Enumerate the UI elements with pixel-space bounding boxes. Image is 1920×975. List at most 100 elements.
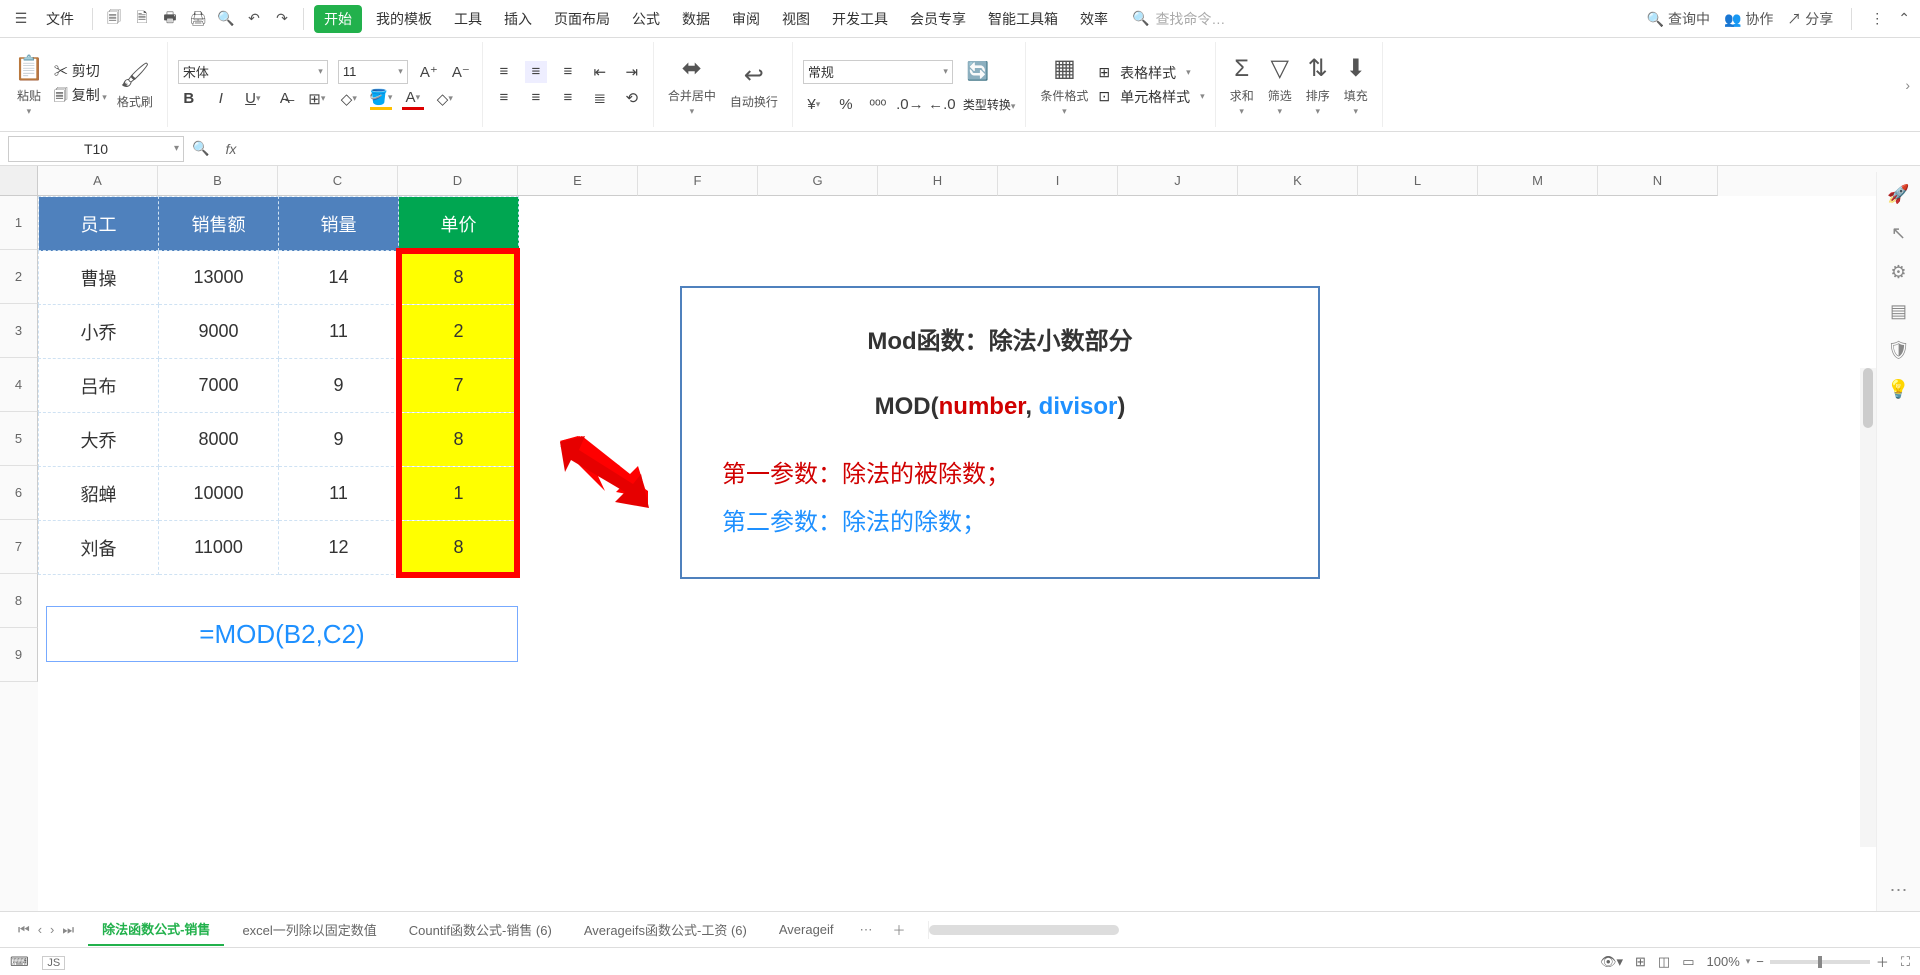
increase-font-icon[interactable]: A⁺: [418, 61, 440, 83]
row-3[interactable]: 3: [0, 304, 38, 358]
row-1[interactable]: 1: [0, 196, 38, 250]
align-bottom-icon[interactable]: ≡: [557, 61, 579, 83]
bold-button[interactable]: B: [178, 88, 200, 110]
table-row[interactable]: 大乔800098: [39, 413, 519, 467]
align-left-icon[interactable]: ≡: [493, 87, 515, 109]
zoom-in-icon[interactable]: ＋: [1876, 952, 1889, 971]
status-mode-icon[interactable]: ⌨: [10, 954, 29, 969]
more-icon[interactable]: ⋮: [1870, 10, 1884, 27]
border-button[interactable]: ⊞▾: [306, 88, 328, 110]
tab-next-icon[interactable]: ›: [50, 922, 54, 938]
col-F[interactable]: F: [638, 166, 758, 196]
col-J[interactable]: J: [1118, 166, 1238, 196]
align-middle-icon[interactable]: ≡: [525, 61, 547, 83]
tab-templates[interactable]: 我的模板: [368, 5, 440, 33]
hdr-employee[interactable]: 员工: [39, 197, 159, 251]
rail-layout-icon[interactable]: ▤: [1890, 301, 1907, 322]
save-icon[interactable]: 🗐: [103, 8, 125, 30]
tab-eff[interactable]: 效率: [1072, 5, 1116, 33]
col-A[interactable]: A: [38, 166, 158, 196]
tab-tools[interactable]: 工具: [446, 5, 490, 33]
col-L[interactable]: L: [1358, 166, 1478, 196]
col-G[interactable]: G: [758, 166, 878, 196]
decrease-font-icon[interactable]: A⁻: [450, 61, 472, 83]
table-row[interactable]: 貂蝉10000111: [39, 467, 519, 521]
cond-format-button[interactable]: ▦条件格式▾: [1036, 51, 1092, 119]
tab-data[interactable]: 数据: [674, 5, 718, 33]
fill-color-button[interactable]: 🪣▾: [370, 88, 392, 110]
type-convert-button[interactable]: 类型转换▾: [963, 96, 1016, 113]
col-D[interactable]: D: [398, 166, 518, 196]
font-select[interactable]: 宋体▾: [178, 60, 328, 84]
indent-inc-icon[interactable]: ⇥: [621, 61, 643, 83]
rail-shield-icon[interactable]: 🛡: [1887, 340, 1910, 361]
col-N[interactable]: N: [1598, 166, 1718, 196]
inc-decimal-icon[interactable]: .0→: [899, 94, 921, 116]
col-K[interactable]: K: [1238, 166, 1358, 196]
row-6[interactable]: 6: [0, 466, 38, 520]
rail-rocket-icon[interactable]: 🚀: [1887, 184, 1909, 205]
new-icon[interactable]: 🗎: [131, 8, 153, 30]
align-center-icon[interactable]: ≡: [525, 87, 547, 109]
refresh-button[interactable]: 🔄: [963, 54, 993, 90]
wrap-text-button[interactable]: ↩自动换行: [726, 57, 782, 112]
tab-vip[interactable]: 会员专享: [902, 5, 974, 33]
row-4[interactable]: 4: [0, 358, 38, 412]
preview-icon[interactable]: 🔍: [215, 8, 237, 30]
sheet-tab[interactable]: Averageif: [765, 916, 848, 943]
sort-button[interactable]: ⇅排序▾: [1302, 51, 1334, 119]
merge-center-button[interactable]: ⬌合并居中▾: [664, 51, 720, 119]
cell-style-button[interactable]: ⊡ 单元格样式▾: [1098, 85, 1204, 109]
vertical-scrollbar[interactable]: [1860, 368, 1876, 847]
view-normal-icon[interactable]: ⊞: [1635, 954, 1646, 970]
table-row[interactable]: 吕布700097: [39, 359, 519, 413]
filter-button[interactable]: ▽筛选▾: [1264, 51, 1296, 119]
dec-decimal-icon[interactable]: ←.0: [931, 94, 953, 116]
percent-icon[interactable]: %: [835, 94, 857, 116]
view-eye-icon[interactable]: 👁▾: [1600, 954, 1623, 970]
fill-button[interactable]: ⬇填充▾: [1340, 51, 1372, 119]
hdr-sales[interactable]: 销售额: [159, 197, 279, 251]
row-5[interactable]: 5: [0, 412, 38, 466]
paste-button[interactable]: 📋粘贴▾: [10, 51, 48, 119]
align-right-icon[interactable]: ≡: [557, 87, 579, 109]
tab-review[interactable]: 审阅: [724, 5, 768, 33]
sheet-tab[interactable]: Countif函数公式-销售 (6): [395, 914, 566, 945]
ribbon-more-icon[interactable]: ›: [1905, 77, 1910, 93]
hamburger-icon[interactable]: ☰: [10, 8, 32, 30]
collab-button[interactable]: 👥 协作: [1724, 9, 1773, 29]
view-page-icon[interactable]: ▭: [1682, 954, 1694, 970]
row-7[interactable]: 7: [0, 520, 38, 574]
add-sheet-icon[interactable]: ＋: [885, 920, 914, 939]
underline-button[interactable]: U▾: [242, 88, 264, 110]
sheet-tab-active[interactable]: 除法函数公式-销售: [88, 913, 224, 946]
fx-icon[interactable]: fx: [217, 141, 244, 157]
justify-icon[interactable]: ≣: [589, 87, 611, 109]
col-M[interactable]: M: [1478, 166, 1598, 196]
copy-button[interactable]: 🗐 复制 ▾: [54, 85, 107, 109]
hdr-qty[interactable]: 销量: [279, 197, 399, 251]
strike-button[interactable]: A̶: [274, 88, 296, 110]
sheet-tab[interactable]: Averageifs函数公式-工资 (6): [570, 914, 761, 945]
rail-sliders-icon[interactable]: ⚙: [1890, 262, 1906, 283]
rail-cursor-icon[interactable]: ↖: [1891, 223, 1906, 244]
row-2[interactable]: 2: [0, 250, 38, 304]
file-menu[interactable]: 文件: [38, 5, 82, 33]
col-B[interactable]: B: [158, 166, 278, 196]
zoom-out-icon[interactable]: −: [1756, 954, 1764, 969]
formula-input[interactable]: [252, 136, 1912, 162]
tab-last-icon[interactable]: ⏭: [62, 922, 74, 938]
select-all-corner[interactable]: [0, 166, 38, 196]
col-E[interactable]: E: [518, 166, 638, 196]
print-icon[interactable]: 🖨: [187, 8, 209, 30]
clear-format-button[interactable]: ◇▾: [434, 88, 456, 110]
indent-dec-icon[interactable]: ⇤: [589, 61, 611, 83]
tab-view[interactable]: 视图: [774, 5, 818, 33]
hdr-price[interactable]: 单价: [399, 197, 519, 251]
col-I[interactable]: I: [998, 166, 1118, 196]
number-format-select[interactable]: 常规▾: [803, 60, 953, 84]
tab-prev-icon[interactable]: ‹: [38, 922, 42, 938]
row-8[interactable]: 8: [0, 574, 38, 628]
share-button[interactable]: ↗ 分享: [1787, 9, 1833, 29]
tab-dev[interactable]: 开发工具: [824, 5, 896, 33]
